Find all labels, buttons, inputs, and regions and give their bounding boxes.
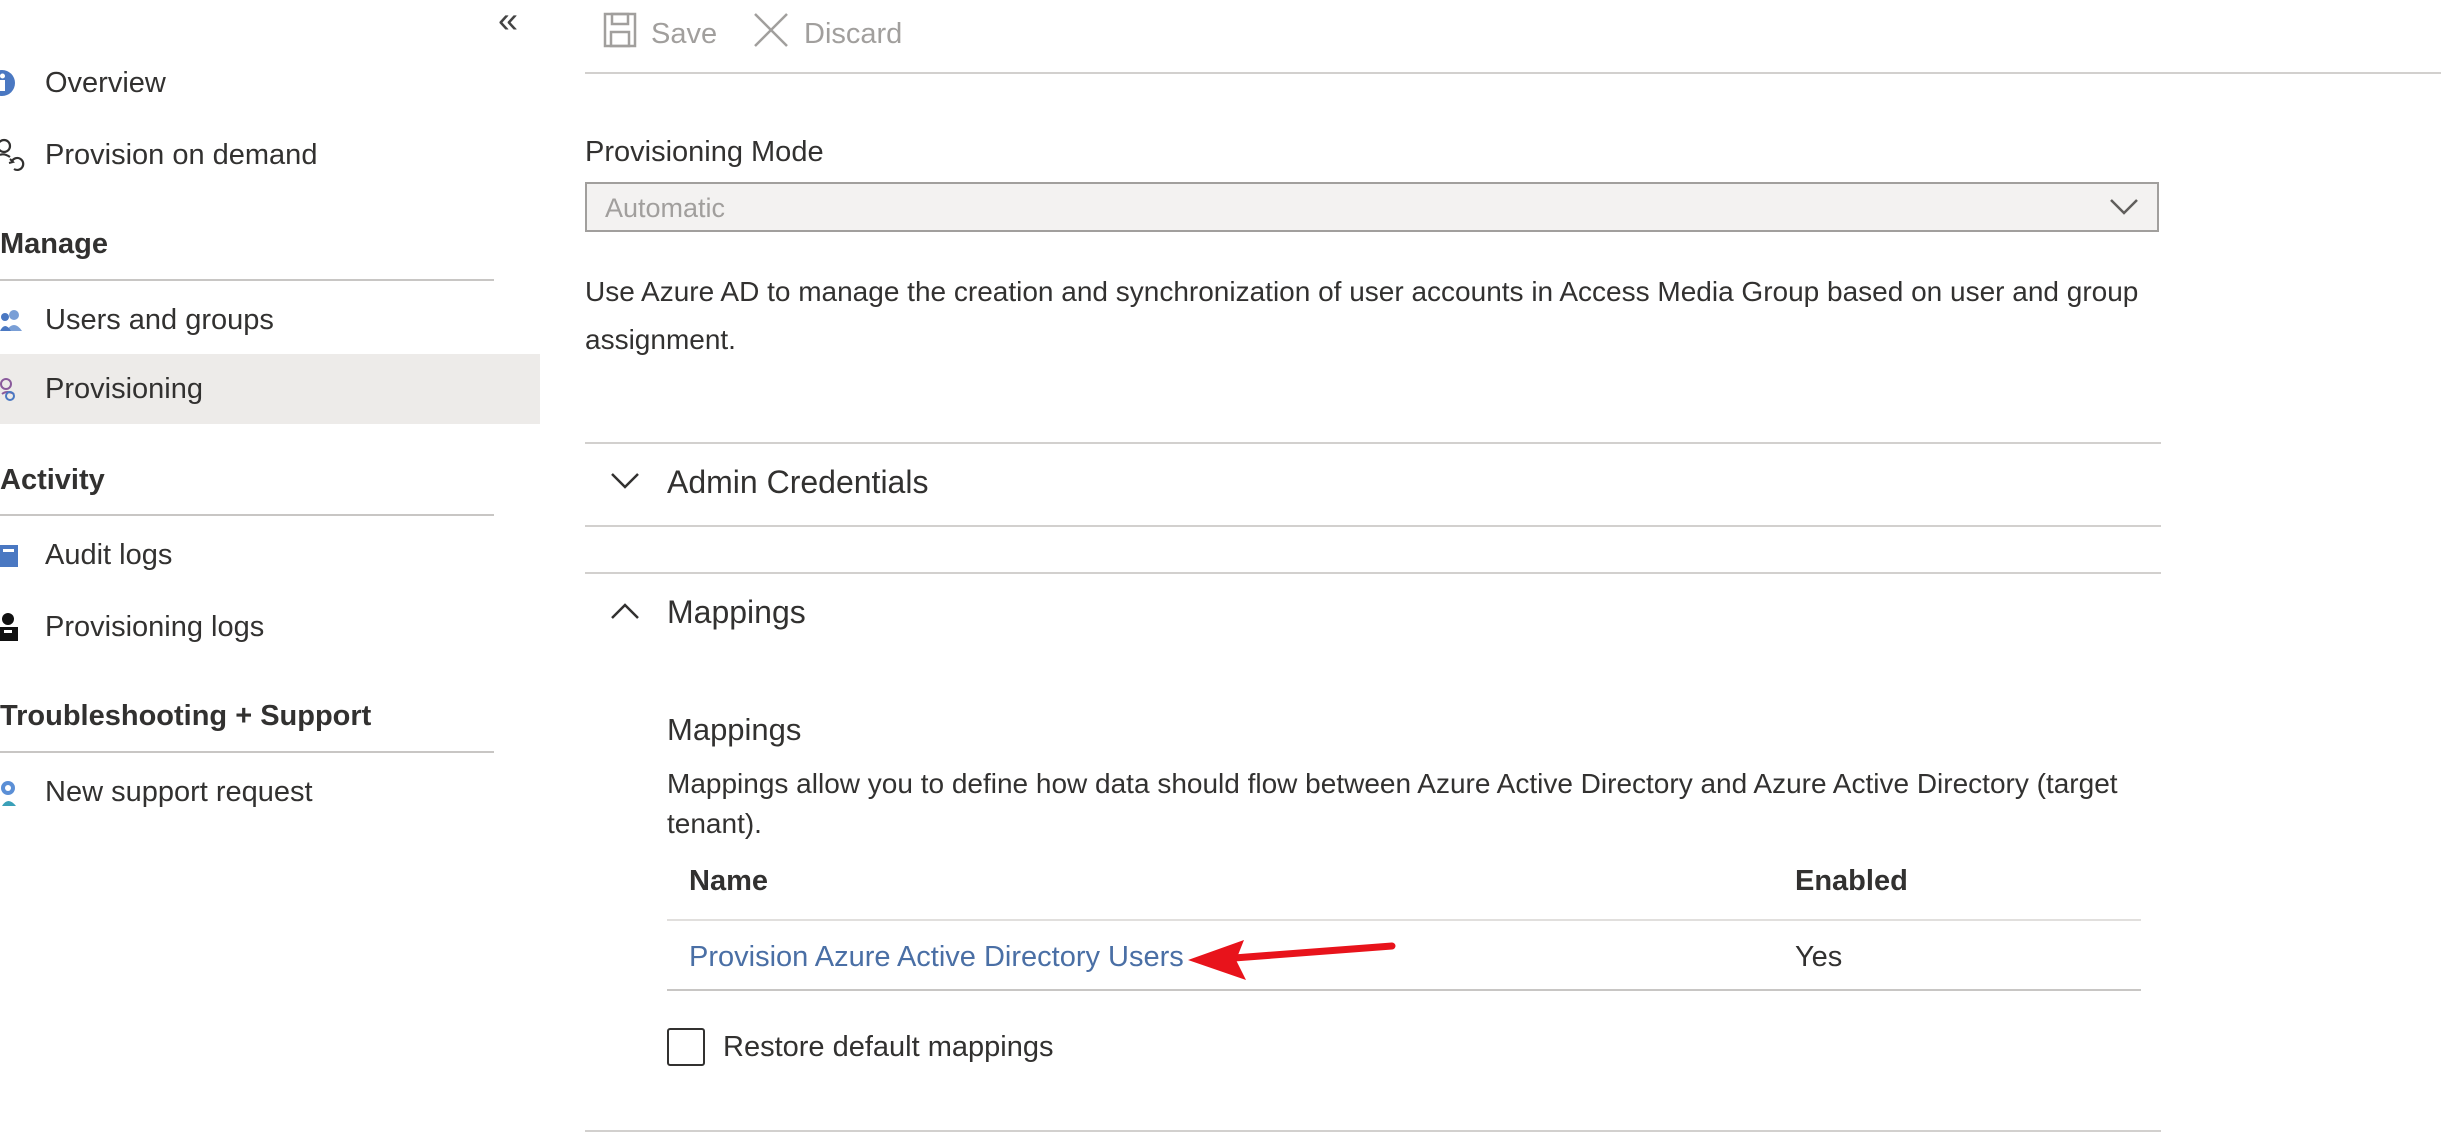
section-header-manage: Manage — [0, 228, 108, 260]
page: « Overview Provision on demand Manage Us… — [0, 0, 2441, 1133]
sidebar-item-new-support-request[interactable]: New support request — [0, 757, 540, 827]
sidebar-item-users-and-groups[interactable]: Users and groups — [0, 285, 540, 355]
table-header-divider — [667, 919, 2141, 921]
mappings-title: Mappings — [667, 712, 802, 747]
section-divider — [0, 514, 494, 516]
sidebar-item-audit-logs[interactable]: Audit logs — [0, 520, 540, 590]
discard-button[interactable]: Discard — [752, 10, 902, 58]
section-header-activity: Activity — [0, 464, 105, 496]
save-label: Save — [651, 17, 718, 50]
chevron-down-icon — [609, 470, 641, 497]
sidebar-item-provisioning[interactable]: Provisioning — [0, 354, 540, 424]
sidebar-item-provision-on-demand[interactable]: Provision on demand — [0, 120, 540, 190]
collapse-sidebar-button[interactable]: « — [498, 2, 518, 38]
sidebar-item-label: New support request — [45, 775, 313, 808]
column-header-name: Name — [689, 865, 768, 897]
discard-label: Discard — [804, 17, 903, 50]
sidebar-item-label: Provision on demand — [45, 138, 318, 171]
section-divider — [0, 279, 494, 281]
sidebar: « Overview Provision on demand Manage Us… — [0, 0, 540, 1133]
provisioning-mode-value: Automatic — [605, 193, 726, 223]
chevron-up-icon — [609, 600, 641, 627]
sidebar-item-label: Provisioning — [45, 372, 203, 405]
users-icon — [0, 303, 28, 337]
provision-on-demand-icon — [0, 138, 28, 172]
admin-credentials-accordion[interactable]: Admin Credentials — [585, 444, 2161, 524]
provisioning-mode-dropdown[interactable]: Automatic — [585, 182, 2159, 232]
table-row-divider — [667, 989, 2141, 991]
restore-default-checkbox[interactable] — [667, 1028, 705, 1066]
provisioning-icon — [0, 372, 28, 406]
annotation-arrow — [1188, 940, 1396, 980]
provisioning-description: Use Azure AD to manage the creation and … — [585, 276, 2139, 355]
audit-log-icon — [0, 538, 28, 572]
sidebar-item-provisioning-logs[interactable]: Provisioning logs — [0, 592, 540, 662]
mapping-link-provision-users[interactable]: Provision Azure Active Directory Users — [689, 941, 1184, 974]
save-icon — [603, 12, 637, 56]
admin-credentials-title: Admin Credentials — [667, 464, 929, 500]
sidebar-item-label: Users and groups — [45, 303, 274, 336]
info-icon — [0, 66, 28, 100]
sidebar-item-overview[interactable]: Overview — [0, 48, 540, 118]
column-header-enabled: Enabled — [1795, 865, 1908, 897]
sidebar-item-label: Audit logs — [45, 538, 173, 571]
divider — [585, 1130, 2161, 1132]
mappings-accordion[interactable]: Mappings — [585, 574, 2161, 654]
close-icon — [752, 11, 790, 57]
mappings-description: Mappings allow you to define how data sh… — [667, 768, 2118, 839]
restore-default-mappings[interactable]: Restore default mappings — [667, 1028, 1053, 1066]
chevron-down-icon — [2109, 196, 2139, 221]
section-header-troubleshooting: Troubleshooting + Support — [0, 700, 372, 732]
provisioning-mode-label: Provisioning Mode — [585, 136, 824, 168]
mapping-enabled-value: Yes — [1795, 941, 1843, 973]
toolbar-divider — [585, 72, 2441, 74]
provisioning-logs-icon — [0, 610, 28, 644]
support-request-icon — [0, 775, 28, 809]
sidebar-item-label: Provisioning logs — [45, 610, 265, 643]
mappings-section-title: Mappings — [667, 594, 806, 630]
divider — [585, 525, 2161, 527]
restore-default-label: Restore default mappings — [723, 1030, 1054, 1063]
sidebar-item-label: Overview — [45, 66, 166, 99]
section-divider — [0, 751, 494, 753]
save-button[interactable]: Save — [603, 10, 717, 58]
